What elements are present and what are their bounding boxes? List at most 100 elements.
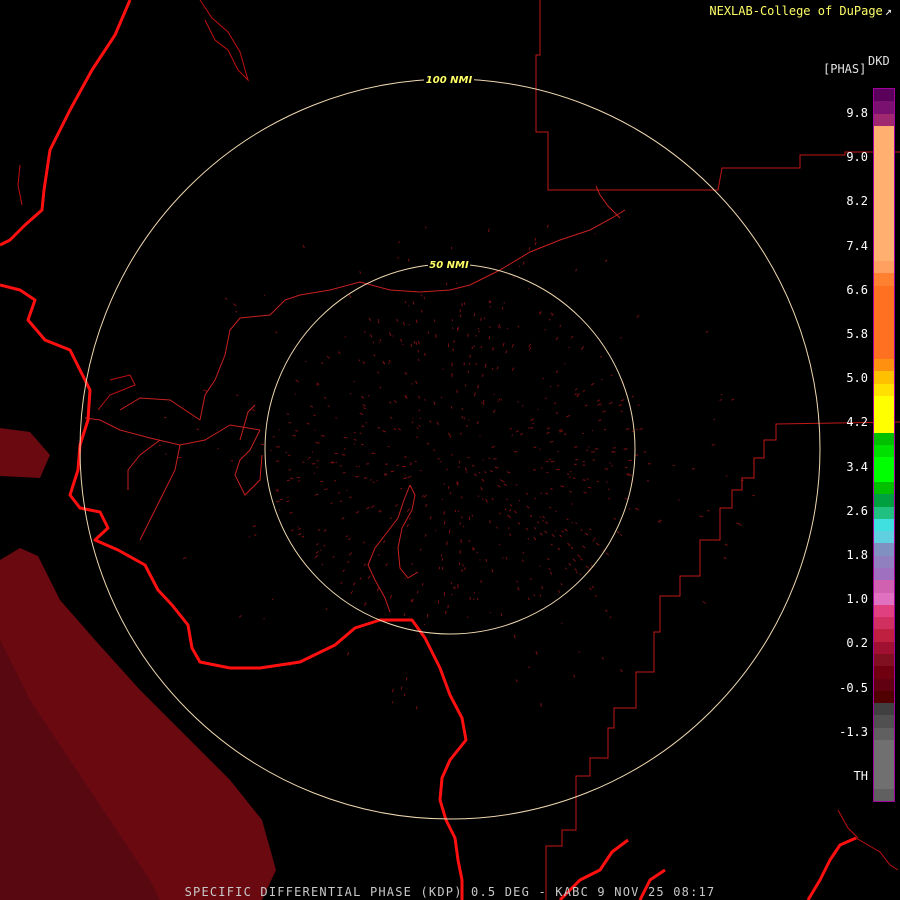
color-swatch (874, 690, 894, 704)
clutter-dot (537, 408, 539, 411)
clutter-dot (603, 428, 607, 431)
clutter-dot (405, 677, 408, 681)
color-swatch (874, 776, 894, 790)
clutter-dot (578, 650, 580, 653)
clutter-dot (533, 594, 536, 597)
clutter-dot (532, 469, 536, 471)
radar-map: 100 NMI 50 NMI (0, 0, 900, 900)
clutter-dot (481, 373, 484, 377)
clutter-dot (372, 341, 375, 344)
color-swatch (874, 125, 894, 139)
clutter-dot (421, 309, 423, 313)
color-scale-bar (873, 88, 895, 802)
clutter-dot (539, 565, 541, 567)
color-swatch (874, 420, 894, 433)
clutter-dot (620, 410, 623, 413)
clutter-dot (561, 622, 563, 625)
color-swatch (874, 248, 894, 261)
color-swatch (874, 494, 894, 507)
legend-tick-label: 1.8 (846, 548, 868, 562)
clutter-dot (403, 613, 406, 616)
color-swatch (874, 482, 894, 495)
color-swatch (874, 629, 894, 642)
clutter-dot (335, 417, 337, 419)
clutter-dot (601, 378, 603, 381)
clutter-dot (516, 580, 518, 583)
clutter-dot (391, 701, 394, 704)
color-swatch (874, 408, 894, 421)
clutter-dot (275, 489, 279, 491)
clutter-dot (521, 405, 524, 407)
clutter-dot (477, 495, 480, 498)
clutter-dot (294, 393, 296, 395)
color-swatch (874, 789, 894, 802)
color-swatch (874, 101, 894, 114)
clutter-dot (540, 492, 543, 494)
clutter-dot (731, 398, 735, 401)
legend-tick-label: 9.0 (846, 150, 868, 165)
clutter-dot (509, 509, 512, 511)
clutter-dot (320, 549, 322, 551)
legend-tick-label: 5.0 (846, 371, 868, 386)
clutter-dot (608, 498, 611, 500)
color-swatch (874, 236, 894, 249)
clutter-dot (518, 499, 521, 502)
clutter-dot (437, 600, 440, 604)
clutter-dot (571, 503, 574, 505)
color-swatch (874, 322, 894, 335)
legend-tick-label: 4.2 (846, 415, 868, 430)
clutter-dot (572, 477, 576, 479)
legend-tick-label: 6.6 (846, 282, 868, 297)
clutter-dot (435, 333, 437, 338)
clutter-dot (500, 399, 503, 401)
credit[interactable]: NEXLAB-College of DuPage ↗ (709, 4, 892, 18)
clutter-dot (474, 392, 476, 397)
color-swatch (874, 592, 894, 605)
clutter-dot (639, 428, 643, 430)
clutter-dot (279, 498, 283, 501)
color-swatch (874, 174, 894, 188)
clutter-dot (528, 666, 530, 669)
clutter-dot (417, 358, 420, 362)
clutter-dot (248, 536, 251, 538)
clutter-dot (707, 510, 710, 512)
clutter-dot (534, 497, 537, 500)
clutter-dot (542, 377, 544, 380)
clutter-dot (380, 511, 382, 513)
color-swatch (874, 764, 894, 777)
color-swatch (874, 641, 894, 654)
clutter-dot (304, 360, 307, 363)
clutter-dot (338, 492, 341, 494)
clutter-dot (419, 548, 422, 551)
legend-tick-label: 3.4 (846, 459, 868, 474)
clutter-dot (563, 433, 567, 435)
color-swatch (874, 162, 894, 175)
clutter-dot (411, 563, 413, 566)
color-swatch (874, 297, 894, 311)
clutter-dot (286, 413, 290, 415)
clutter-dot (416, 590, 419, 594)
color-swatch (874, 199, 894, 212)
clutter-dot (491, 367, 494, 370)
clutter-dot (353, 380, 356, 383)
clutter-dot (421, 583, 424, 586)
clutter-dot (542, 519, 545, 522)
color-swatch (874, 138, 894, 151)
color-swatch (874, 666, 894, 679)
clutter-dot (511, 434, 514, 436)
color-swatch (874, 567, 894, 581)
color-swatch (874, 396, 894, 409)
clutter-dot (497, 400, 499, 403)
clutter-dot (508, 509, 511, 512)
clutter-dot (550, 312, 553, 315)
clutter-dot (500, 613, 503, 617)
clutter-dot (493, 393, 495, 396)
clutter-dot (383, 473, 388, 475)
legend-tick-label: 5.8 (846, 327, 868, 341)
color-swatch (874, 506, 894, 519)
color-swatch (874, 739, 894, 753)
color-swatch (874, 150, 894, 163)
clutter-dot (568, 346, 570, 349)
clutter-dot (554, 530, 557, 532)
clutter-dot (517, 401, 519, 403)
